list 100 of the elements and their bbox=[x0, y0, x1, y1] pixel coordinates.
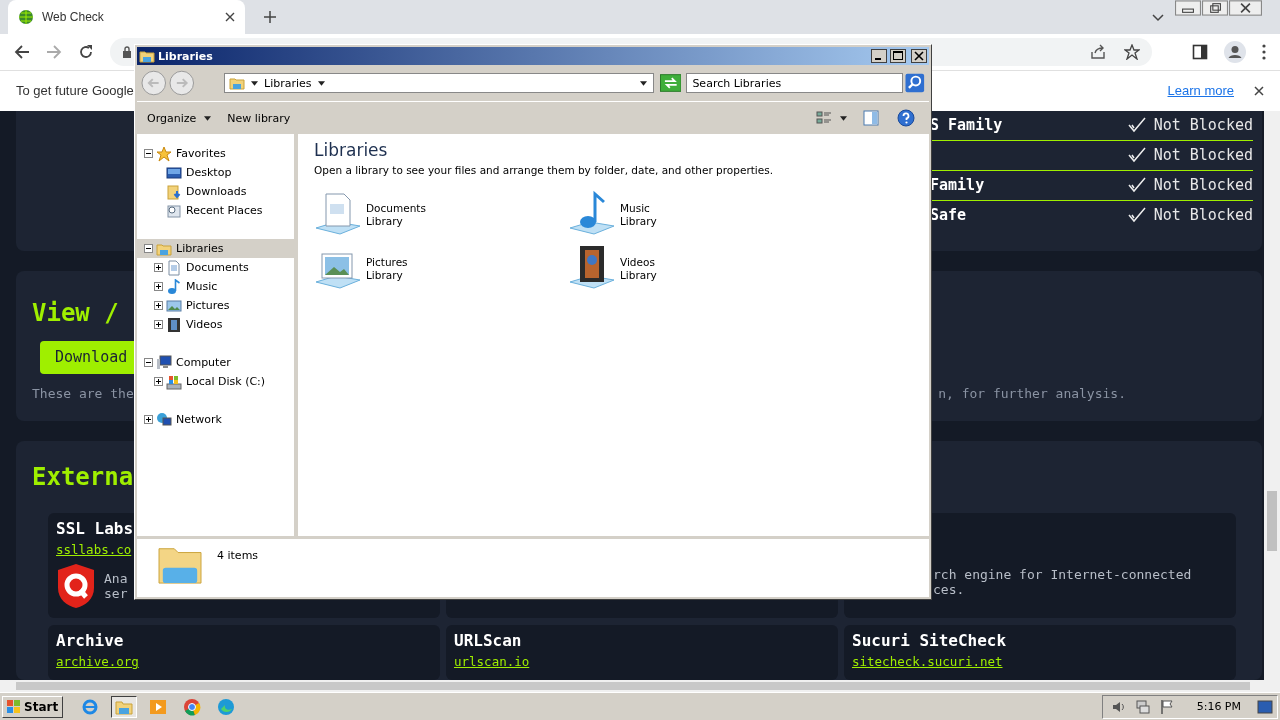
expand-icon[interactable] bbox=[154, 263, 163, 272]
tool-link[interactable]: sitecheck.sucuri.net bbox=[852, 653, 1003, 669]
desktop-icon bbox=[166, 164, 182, 181]
reload-icon[interactable] bbox=[78, 43, 94, 60]
block-status: Not Blocked bbox=[1153, 146, 1253, 165]
star-icon[interactable] bbox=[1124, 43, 1140, 60]
library-item[interactable]: Music Library bbox=[568, 190, 708, 238]
close-icon[interactable] bbox=[225, 12, 235, 22]
view-options-icon[interactable] bbox=[816, 110, 832, 126]
tree-item[interactable]: Music bbox=[147, 277, 294, 296]
caret-icon[interactable] bbox=[317, 80, 325, 86]
close-icon[interactable] bbox=[1229, 0, 1262, 16]
organize-button[interactable]: Organize bbox=[143, 109, 216, 127]
tool-title: Archive bbox=[56, 630, 125, 650]
description-text: These are the bbox=[32, 385, 134, 401]
tree-item[interactable]: Network bbox=[137, 410, 294, 429]
learn-more-link[interactable]: Learn more bbox=[1167, 83, 1234, 99]
search-field[interactable]: Search Libraries bbox=[686, 73, 904, 93]
horizontal-scrollbar[interactable] bbox=[0, 680, 1280, 693]
start-button[interactable]: Start bbox=[2, 695, 64, 718]
library-item[interactable]: Videos Library bbox=[568, 244, 708, 292]
new-tab-icon[interactable] bbox=[264, 11, 276, 23]
profile-icon[interactable] bbox=[1224, 40, 1246, 63]
film-icon bbox=[166, 316, 182, 333]
maximize-icon[interactable] bbox=[890, 49, 906, 63]
tree-item[interactable]: Favorites bbox=[137, 144, 294, 163]
tree-item[interactable]: Documents bbox=[147, 258, 294, 277]
tool-description: rch engine for Internet-connected bbox=[933, 566, 1193, 582]
expand-icon[interactable] bbox=[154, 301, 163, 310]
restore-icon[interactable] bbox=[1202, 0, 1228, 16]
dns-provider: Family bbox=[930, 176, 985, 195]
chevron-down-icon[interactable] bbox=[1152, 14, 1164, 22]
library-item[interactable]: Pictures Library bbox=[314, 244, 454, 292]
section-heading: Externa bbox=[32, 462, 135, 491]
folder-download-icon bbox=[166, 183, 182, 200]
tool-link[interactable]: archive.org bbox=[56, 653, 139, 669]
caret-icon[interactable] bbox=[840, 115, 847, 121]
download-button[interactable]: Download bbox=[40, 340, 135, 374]
close-icon[interactable] bbox=[1254, 85, 1264, 96]
tool-link[interactable]: ssllabs.co bbox=[56, 541, 132, 557]
refresh-icon[interactable] bbox=[659, 74, 682, 92]
search-icon[interactable] bbox=[905, 73, 925, 93]
music-note-icon bbox=[166, 278, 182, 295]
windows-logo-icon bbox=[7, 699, 21, 714]
tree-item[interactable]: Recent Places bbox=[147, 201, 294, 220]
network-icon[interactable] bbox=[1134, 698, 1151, 715]
minimize-icon[interactable] bbox=[871, 49, 887, 63]
check-icon bbox=[1127, 177, 1146, 194]
collapse-icon[interactable] bbox=[144, 358, 153, 367]
tree-item[interactable]: Pictures bbox=[147, 296, 294, 315]
minimize-icon[interactable] bbox=[1175, 0, 1201, 16]
library-item[interactable]: Documents Library bbox=[314, 190, 454, 238]
description-text: n, for further analysis. bbox=[938, 385, 1126, 401]
share-icon[interactable] bbox=[1090, 43, 1106, 60]
expand-icon[interactable] bbox=[154, 282, 163, 291]
tree-item[interactable]: Desktop bbox=[147, 163, 294, 182]
music-library-icon bbox=[568, 190, 616, 238]
close-icon[interactable] bbox=[911, 49, 927, 63]
tree-item[interactable]: Computer bbox=[137, 353, 294, 372]
collapse-icon[interactable] bbox=[144, 244, 153, 253]
browser-tab[interactable]: Web Check bbox=[8, 0, 245, 34]
tool-description: ser bbox=[104, 585, 128, 601]
menu-icon[interactable] bbox=[1262, 43, 1266, 60]
side-panel-icon[interactable] bbox=[1192, 43, 1208, 60]
address-field[interactable]: Libraries bbox=[224, 73, 654, 93]
block-status: Not Blocked bbox=[1153, 176, 1253, 195]
tree-item[interactable]: Downloads bbox=[147, 182, 294, 201]
expand-icon[interactable] bbox=[154, 377, 163, 386]
shield-logo-icon bbox=[56, 562, 96, 609]
content-heading: Libraries bbox=[314, 140, 388, 160]
dropdown-caret-icon[interactable] bbox=[639, 80, 647, 86]
check-icon bbox=[1127, 147, 1146, 164]
flag-icon[interactable] bbox=[1158, 698, 1175, 715]
window-title: Libraries bbox=[158, 49, 213, 63]
tool-description: Ana bbox=[104, 570, 128, 586]
network-icon bbox=[156, 411, 172, 428]
tool-title: Sucuri SiteCheck bbox=[852, 630, 1008, 650]
info-message: To get future Google bbox=[16, 83, 134, 99]
expand-icon[interactable] bbox=[144, 415, 153, 424]
taskbar-app[interactable] bbox=[111, 695, 138, 718]
new-library-button[interactable]: New library bbox=[223, 109, 295, 127]
show-desktop-icon[interactable] bbox=[1257, 699, 1273, 714]
tool-link[interactable]: urlscan.io bbox=[454, 653, 530, 669]
help-icon[interactable] bbox=[897, 109, 915, 127]
document-icon bbox=[166, 259, 182, 276]
block-status: Not Blocked bbox=[1153, 206, 1253, 225]
document-library-icon bbox=[314, 190, 362, 238]
lock-icon[interactable] bbox=[122, 45, 132, 58]
tree-item[interactable]: Videos bbox=[147, 315, 294, 334]
clock: 5:16 PM bbox=[1196, 700, 1241, 713]
back-icon[interactable] bbox=[14, 43, 30, 60]
tree-item[interactable]: Local Disk (C:) bbox=[147, 372, 294, 391]
vertical-scrollbar[interactable] bbox=[1264, 110, 1280, 681]
content-description: Open a library to see your files and arrange them by folder, date, and other properties. bbox=[314, 164, 773, 176]
caret-icon[interactable] bbox=[251, 80, 258, 86]
tree-item[interactable]: Libraries bbox=[137, 239, 294, 258]
disk-drive-icon bbox=[166, 373, 182, 390]
expand-icon[interactable] bbox=[154, 320, 163, 329]
computer-icon bbox=[156, 354, 172, 371]
collapse-icon[interactable] bbox=[144, 149, 153, 158]
